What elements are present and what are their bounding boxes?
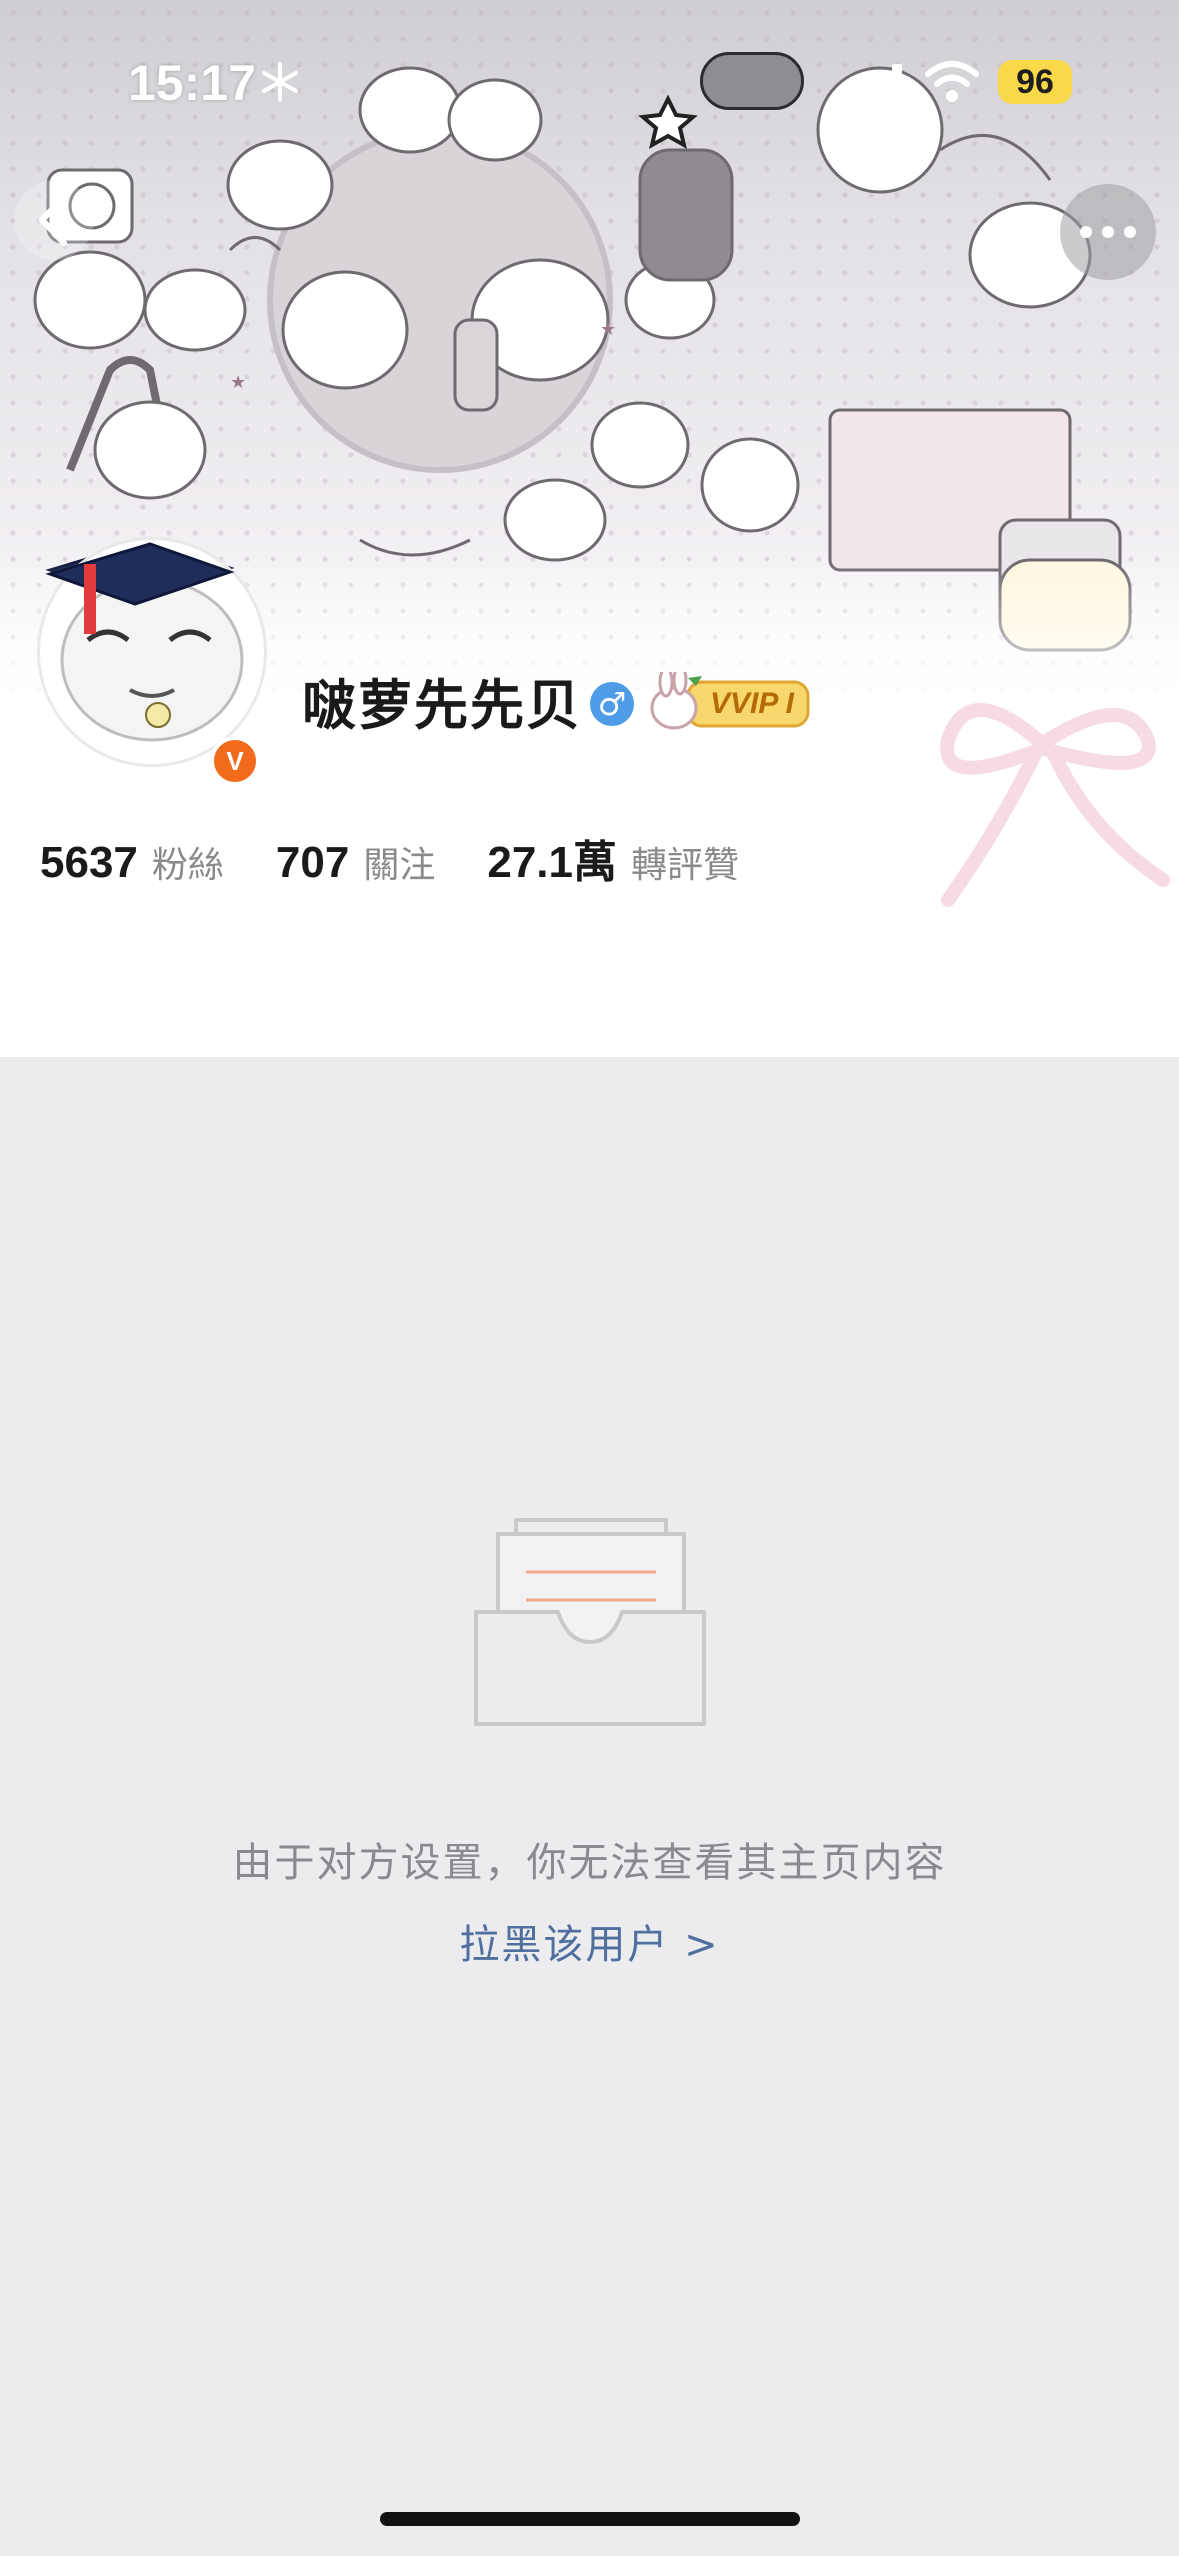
profile-stats: 5637 粉絲 707 關注 27.1萬 轉評贊 [40,826,791,890]
empty-inbox-icon [474,1518,706,1726]
profile-name: 啵萝先先贝 [302,674,582,737]
more-dots-icon [1080,226,1136,238]
battery-indicator: 96 [998,60,1072,104]
stat-interactions[interactable]: 27.1萬 轉評贊 [487,826,739,890]
stat-followers[interactable]: 5637 粉絲 [40,836,224,888]
vip-badge[interactable]: VVIP I [648,672,812,734]
stat-value: 27.1萬 [487,838,617,887]
block-user-link[interactable]: 拉黑该用户 > [0,1912,1179,1970]
avatar[interactable] [40,540,264,764]
status-time: 15:17 [128,55,256,111]
stat-following[interactable]: 707 關注 [276,836,435,888]
stat-label: 轉評贊 [630,845,739,886]
stat-label: 關注 [363,845,436,886]
wifi-icon [925,61,979,102]
back-chevron-icon [39,194,67,246]
svg-text:★: ★ [600,319,616,340]
male-icon: ♂ [590,682,634,726]
empty-state-message: 由于对方设置，你无法查看其主页内容 [232,1840,947,1886]
dynamic-island [700,52,804,110]
verified-badge: V [210,736,260,786]
stat-label: 粉絲 [151,845,224,886]
snowflake-icon [262,62,298,102]
home-indicator[interactable] [380,2512,800,2526]
back-button[interactable] [14,180,94,260]
profile-header: ★ ★ 15:17 96 V 啵萝先先贝 ♂ VVIP I 5637 粉絲 70… [0,0,1179,1057]
stat-value: 5637 [40,838,138,887]
vip-label: VVIP I [710,687,794,720]
signal-icon [844,64,902,104]
svg-text:★: ★ [230,372,246,393]
ribbon-bow-decoration [940,703,1170,907]
more-button[interactable] [1060,184,1156,280]
avatar-image [45,542,244,742]
stat-value: 707 [275,838,350,887]
